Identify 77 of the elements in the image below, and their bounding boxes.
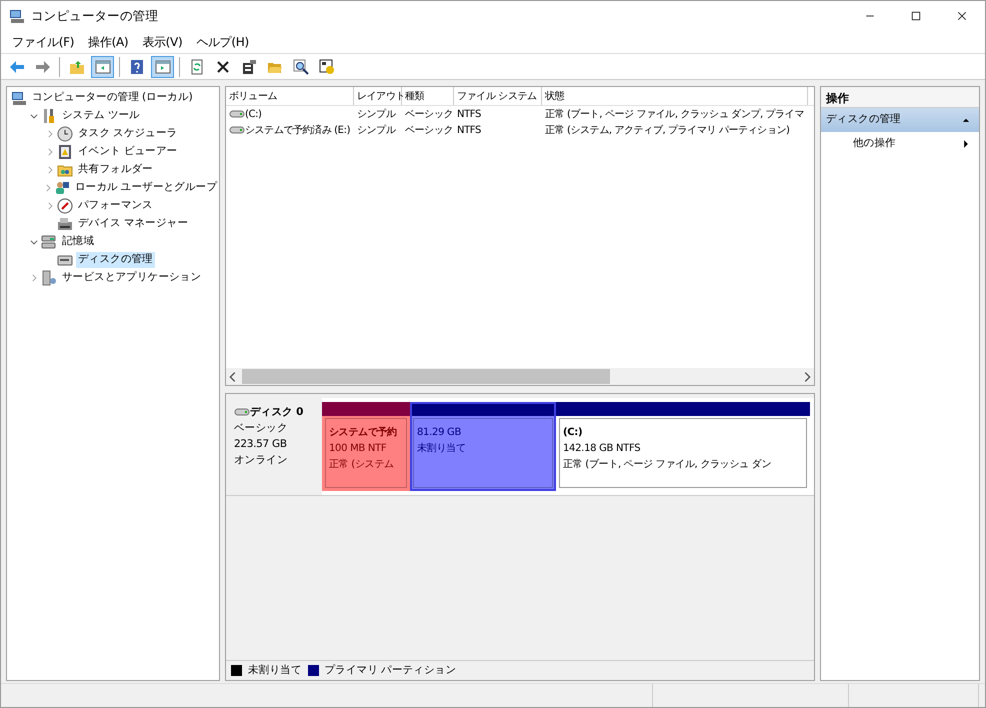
legend-label: プライマリ パーティション [324, 662, 456, 678]
partition-label: (C:) [563, 426, 582, 440]
table-cell-text: NTFS [456, 108, 482, 122]
partition-label: 正常 (ブート, ページ ファイル, クラッシュ ダン [563, 458, 772, 472]
horizontal-scrollbar[interactable] [226, 368, 814, 385]
partition[interactable]: システムで予約 100 MB NTF 正常 (システム [322, 402, 410, 491]
tree-item[interactable]: 記憶域 [60, 234, 96, 250]
device-icon [57, 216, 73, 232]
help-icon [128, 58, 144, 74]
tree-item[interactable]: イベント ビューアー [76, 144, 180, 160]
partition[interactable]: 81.29 GB 未割り当て [410, 402, 556, 491]
table-cell-text: NTFS [456, 124, 482, 138]
menu-item[interactable]: 表示(V) [135, 31, 190, 53]
legend-label: 未割り当て [248, 662, 302, 678]
back-arrow-icon [8, 58, 24, 74]
gauge-icon [57, 198, 73, 214]
services-icon [41, 270, 57, 286]
tree-item[interactable]: デバイス マネージャー [76, 216, 190, 232]
table-cell-text: シンプル [356, 108, 397, 122]
action-group-header[interactable]: ディスクの管理 [821, 108, 979, 132]
tree-item[interactable]: ローカル ユーザーとグループ [72, 180, 219, 196]
disk-size: 223.57 GB [234, 437, 288, 452]
refresh-icon [188, 58, 204, 74]
partition-label: 正常 (システム [329, 458, 394, 472]
disk-status: オンライン [234, 453, 289, 468]
tree-item[interactable]: コンピューターの管理 (ローカル) [30, 90, 194, 106]
table-cell-text: ベーシック [404, 124, 454, 138]
partition-label: 81.29 GB [417, 426, 462, 440]
users-icon [54, 180, 70, 196]
computer-icon [11, 90, 27, 106]
column-header[interactable]: ファイル システム [454, 87, 542, 105]
actions-header: 操作 [821, 87, 979, 108]
folder-up-icon [68, 58, 84, 74]
disk-type: ベーシック [234, 421, 289, 436]
menu-item[interactable]: ヘルプ(H) [189, 31, 256, 53]
window-title: コンピューターの管理 [31, 6, 158, 25]
tree-item[interactable]: ディスクの管理 [76, 252, 155, 268]
menu-item[interactable]: 操作(A) [81, 31, 136, 53]
table-cell-text: 正常 (ブート, ページ ファイル, クラッシュ ダンプ, プライマ [544, 108, 805, 122]
pane-toggle-icon [154, 58, 170, 74]
tools-icon [41, 108, 57, 124]
table-cell-text: ベーシック [404, 108, 454, 122]
partition-label: 未割り当て [417, 442, 466, 456]
magnifier-icon [292, 58, 308, 74]
properties-icon [240, 58, 256, 74]
column-header[interactable]: ボリューム [226, 87, 354, 105]
computer-icon [9, 8, 25, 24]
partition-label: 100 MB NTF [329, 442, 386, 456]
tree-item[interactable]: タスク スケジューラ [76, 126, 180, 142]
maximize-icon [910, 10, 922, 22]
column-header[interactable]: 状態 [542, 87, 808, 105]
volume-name: (C:) [245, 108, 262, 122]
table-cell-text: シンプル [356, 124, 397, 138]
action-item[interactable]: 他の操作 [821, 132, 979, 156]
partition[interactable]: (C:) 142.18 GB NTFS 正常 (ブート, ページ ファイル, クラッシュ ダン [556, 402, 810, 491]
pane-toggle-icon [94, 58, 110, 74]
storage-icon [41, 234, 57, 250]
partition-label: システムで予約 [329, 426, 397, 440]
table-cell-text: 正常 (システム, アクティブ, プライマリ パーティション) [544, 124, 790, 138]
tree-item[interactable]: サービスとアプリケーション [60, 270, 204, 286]
disk-name: ディスク 0 [250, 405, 304, 420]
column-header[interactable]: 種類 [402, 87, 454, 105]
tree-item[interactable]: システム ツール [60, 108, 142, 124]
tree-item[interactable]: パフォーマンス [76, 198, 155, 214]
close-icon [956, 10, 968, 22]
action-group-title: ディスクの管理 [826, 112, 901, 128]
delete-icon [214, 58, 230, 74]
tree-item[interactable]: 共有フォルダー [76, 162, 155, 178]
menu-item[interactable]: ファイル(F) [5, 31, 82, 53]
column-header[interactable]: レイアウト [354, 87, 402, 105]
clock-icon [57, 126, 73, 142]
partition-label: 142.18 GB NTFS [563, 442, 640, 456]
settings-icon [318, 58, 334, 74]
forward-arrow-icon [34, 58, 50, 74]
action-label: 他の操作 [853, 136, 896, 152]
log-icon [57, 144, 73, 160]
volume-name: システムで予約済み (E:) [245, 124, 350, 138]
